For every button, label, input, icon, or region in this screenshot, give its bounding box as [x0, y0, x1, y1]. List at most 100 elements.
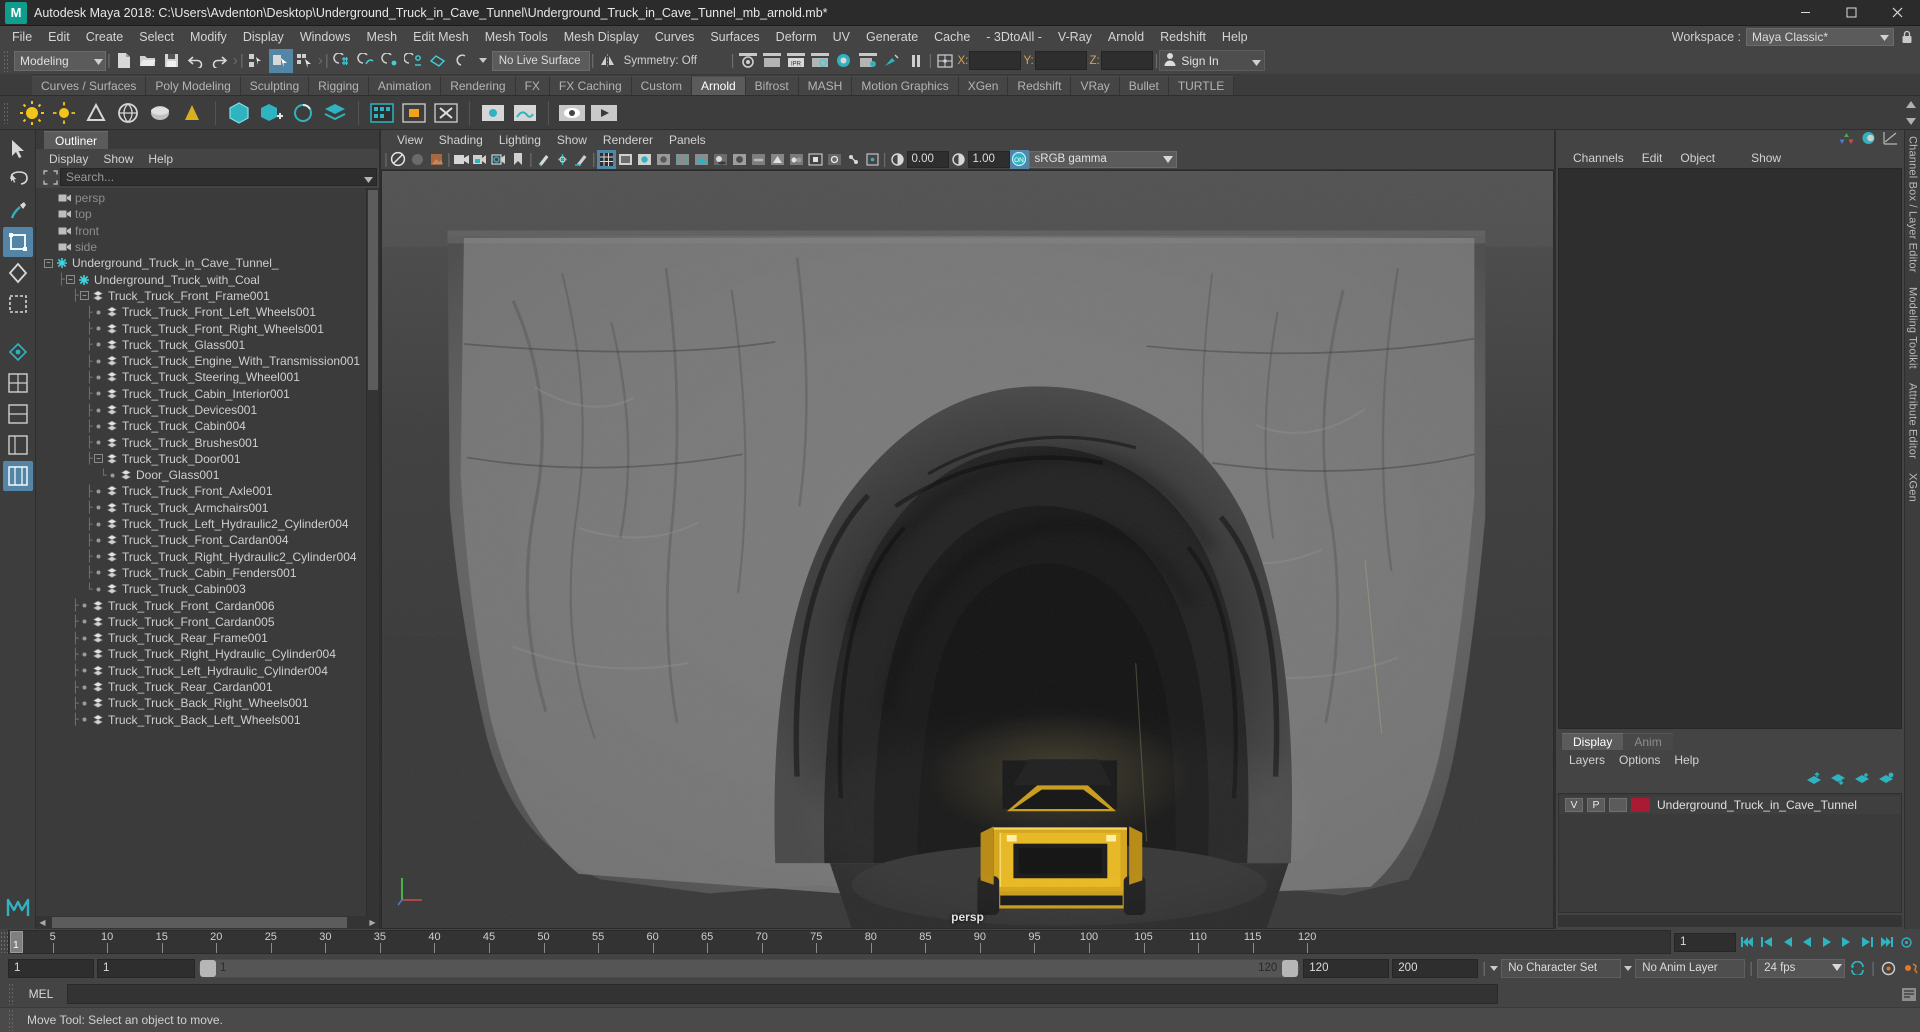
outliner-item[interactable]: ├ Truck_Truck_Rear_Frame001: [36, 630, 366, 646]
outliner-item[interactable]: front: [36, 223, 366, 239]
step-back-frame-icon[interactable]: [1777, 932, 1796, 952]
arnold-standin-add-icon[interactable]: [255, 98, 287, 128]
move-layer-down-icon[interactable]: [1830, 772, 1846, 788]
character-set-field[interactable]: No Character Set: [1501, 958, 1622, 978]
viewport-menu-panels[interactable]: Panels: [661, 132, 714, 148]
render-view-icon[interactable]: [736, 49, 760, 73]
outliner-search-input[interactable]: Search...: [60, 168, 377, 186]
hypershade-icon[interactable]: [832, 49, 856, 73]
arnold-render-cancel-icon[interactable]: [430, 98, 462, 128]
outliner-item[interactable]: ├ Truck_Truck_Rear_Cardan001: [36, 679, 366, 695]
outliner-layout-icon[interactable]: [3, 430, 33, 460]
layer-playback-toggle[interactable]: P: [1587, 798, 1605, 812]
snap-to-view-plane-icon[interactable]: [426, 49, 450, 73]
rotate-tool-icon[interactable]: [3, 258, 33, 288]
range-start-handle[interactable]: [200, 959, 216, 977]
viewport-menu-renderer[interactable]: Renderer: [595, 132, 661, 148]
menu-curves[interactable]: Curves: [647, 27, 703, 47]
expand-collapse-icon[interactable]: −: [94, 454, 103, 464]
arnold-render-icon[interactable]: [366, 98, 398, 128]
shelf-tab-motion-graphics[interactable]: Motion Graphics: [852, 76, 959, 95]
shelf-tab-mash[interactable]: MASH: [798, 76, 853, 95]
layer-visibility-toggle[interactable]: V: [1565, 798, 1583, 812]
shelf-tab-xgen[interactable]: XGen: [958, 76, 1009, 95]
multisample-aa-icon[interactable]: [768, 150, 787, 169]
expand-collapse-icon[interactable]: −: [66, 275, 75, 285]
menu-select[interactable]: Select: [131, 27, 182, 47]
new-layer-from-selected-icon[interactable]: [1854, 772, 1870, 788]
viewport-menu-view[interactable]: View: [389, 132, 431, 148]
select-object-icon[interactable]: [268, 48, 293, 73]
layer-list-scrollbar[interactable]: [1558, 915, 1902, 927]
menu-uv[interactable]: UV: [825, 27, 858, 47]
outliner-item[interactable]: ├ Truck_Truck_Front_Cardan004: [36, 532, 366, 548]
lasso-tool-icon[interactable]: [3, 165, 33, 195]
outliner-item[interactable]: ├ − Truck_Truck_Front_Frame001: [36, 288, 366, 304]
depth-of-field-icon[interactable]: [787, 150, 806, 169]
channel-box-content[interactable]: [1558, 168, 1902, 729]
menu-display[interactable]: Display: [235, 27, 292, 47]
command-input[interactable]: [67, 984, 1498, 1004]
chevron-down-icon[interactable]: [364, 172, 373, 186]
frame-selection-icon[interactable]: [40, 168, 60, 186]
anim-end-field[interactable]: 200: [1392, 958, 1479, 978]
step-back-key-icon[interactable]: [1757, 932, 1776, 952]
tab-xgen[interactable]: XGen: [1907, 473, 1919, 502]
outliner-item[interactable]: ├ Truck_Truck_Right_Hydraulic_Cylinder004: [36, 646, 366, 662]
viewport-menu-lighting[interactable]: Lighting: [491, 132, 549, 148]
scroll-left-icon[interactable]: ◀: [36, 916, 49, 929]
layer-color-swatch[interactable]: [1631, 798, 1650, 812]
animation-preferences-gear-icon[interactable]: [1901, 958, 1920, 978]
outliner-item[interactable]: persp: [36, 190, 366, 206]
outliner-item[interactable]: ├ Truck_Truck_Front_Cardan006: [36, 597, 366, 613]
viewport-menu-shading[interactable]: Shading: [431, 132, 491, 148]
step-forward-frame-icon[interactable]: [1837, 932, 1856, 952]
arnold-area-light-icon[interactable]: [16, 98, 48, 128]
redo-icon[interactable]: [208, 49, 232, 73]
outliner-item[interactable]: ├ Truck_Truck_Front_Axle001: [36, 483, 366, 499]
arnold-skydome-light-icon[interactable]: [48, 98, 80, 128]
shelf-tab-arnold[interactable]: Arnold: [691, 76, 746, 95]
arnold-photometric-light-icon[interactable]: [176, 98, 208, 128]
outliner-item[interactable]: ├ Truck_Truck_Cabin_Interior001: [36, 386, 366, 402]
arnold-play-icon[interactable]: [588, 98, 620, 128]
layer-row[interactable]: V P Underground_Truck_in_Cave_Tunnel: [1559, 796, 1901, 814]
light-toggle-icon[interactable]: [880, 49, 904, 73]
outliner-item[interactable]: ├ Truck_Truck_Front_Left_Wheels001: [36, 304, 366, 320]
scale-tool-icon[interactable]: [3, 289, 33, 319]
shelf-tab-vray[interactable]: VRay: [1071, 76, 1120, 95]
minimize-icon[interactable]: [1782, 0, 1828, 26]
isolate-select-icon[interactable]: [806, 150, 825, 169]
menu-mesh-tools[interactable]: Mesh Tools: [477, 27, 556, 47]
snap-to-point-icon[interactable]: [378, 49, 402, 73]
shaded-wireframe-icon[interactable]: [654, 150, 673, 169]
snap-to-curve-icon[interactable]: [354, 49, 378, 73]
loop-playback-icon[interactable]: [1848, 958, 1867, 978]
grease-pencil-frames-icon[interactable]: [553, 150, 572, 169]
outliner-item[interactable]: └ Truck_Truck_Cabin003: [36, 581, 366, 597]
shelf-scroll-down-icon[interactable]: [1906, 114, 1916, 128]
help-line-grip[interactable]: [8, 1009, 15, 1031]
arnold-standin-icon[interactable]: [223, 98, 255, 128]
exposure-field[interactable]: 0.00: [906, 150, 949, 168]
outliner-item[interactable]: ├ Truck_Truck_Devices001: [36, 402, 366, 418]
channel-box-display-icon[interactable]: [1839, 131, 1854, 148]
move-layer-up-icon[interactable]: [1806, 772, 1822, 788]
live-surface-field[interactable]: No Live Surface: [491, 50, 590, 71]
auto-keyframe-icon[interactable]: [1879, 958, 1898, 978]
grease-pencil-clear-icon[interactable]: [572, 150, 591, 169]
outliner-vertical-scrollbar[interactable]: [366, 188, 379, 916]
menu-edit[interactable]: Edit: [40, 27, 78, 47]
maximize-icon[interactable]: [1828, 0, 1874, 26]
ipr-render-icon[interactable]: IPR: [784, 49, 808, 73]
sign-in-button[interactable]: Sign In: [1159, 50, 1266, 71]
menu-deform[interactable]: Deform: [768, 27, 825, 47]
outliner-item[interactable]: top: [36, 206, 366, 222]
arnold-sky-icon[interactable]: [112, 98, 144, 128]
outliner-menu-help[interactable]: Help: [141, 151, 180, 167]
shelf-tab-animation[interactable]: Animation: [368, 76, 442, 95]
outliner-item[interactable]: ├ Truck_Truck_Glass001: [36, 337, 366, 353]
toolbar-grip[interactable]: [3, 49, 10, 72]
shelf-tab-rendering[interactable]: Rendering: [441, 76, 516, 95]
attribute-editor-icon[interactable]: [1861, 131, 1876, 148]
